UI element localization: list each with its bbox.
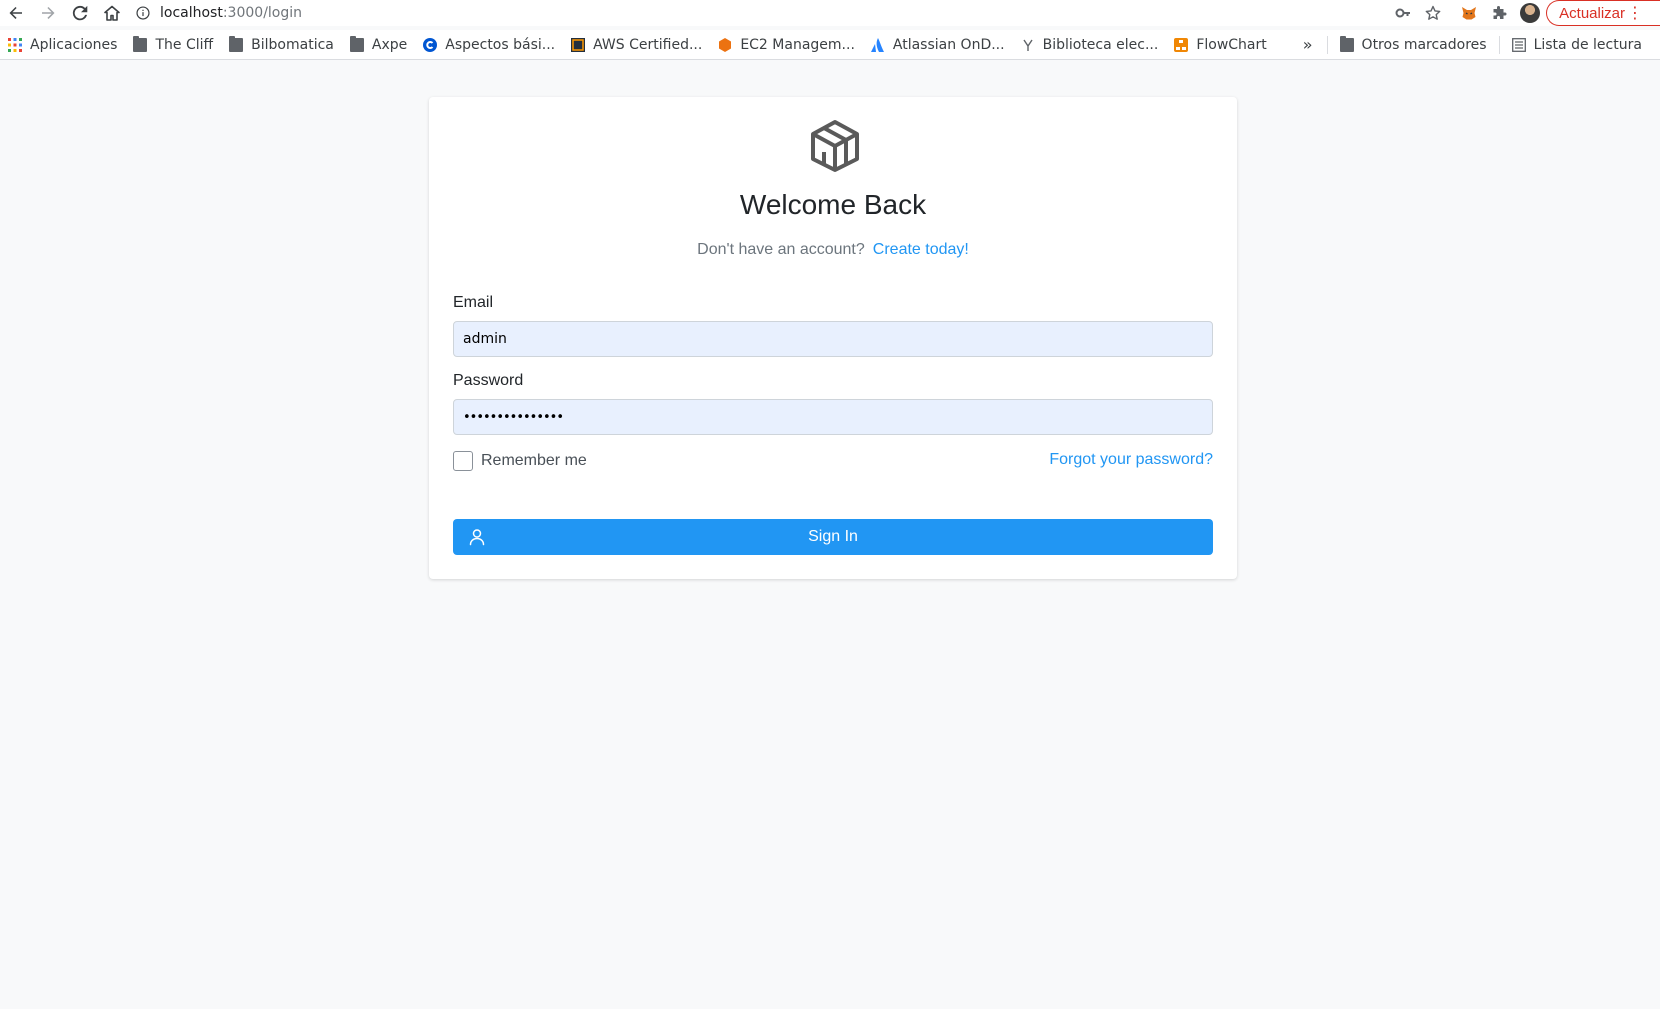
remember-me[interactable]: Remember me (453, 451, 587, 471)
bookmark-label: Lista de lectura (1533, 36, 1642, 53)
bookmark-label: Bilbomatica (251, 36, 334, 53)
profile-avatar[interactable] (1520, 3, 1541, 23)
bookmarks-divider (1498, 35, 1500, 54)
key-icon (1395, 8, 1411, 18)
puzzle-icon (1493, 6, 1507, 19)
sign-in-button[interactable]: Sign In (453, 519, 1213, 555)
sign-in-label: Sign In (808, 528, 858, 545)
browser-toolbar: localhost:3000/login Actualizar ⋮ (0, 0, 1660, 26)
info-icon[interactable] (136, 6, 150, 20)
address-bar[interactable]: localhost:3000/login (136, 0, 1366, 26)
bookmark-atlassian[interactable]: Atlassian OnD... (863, 30, 1013, 59)
bookmark-label: Biblioteca elec... (1042, 36, 1159, 53)
home-button[interactable] (96, 0, 128, 26)
bookmark-axpe[interactable]: Axpe (342, 30, 415, 59)
email-label: Email (453, 294, 494, 311)
bookmark-the-cliff[interactable]: The Cliff (125, 30, 221, 59)
bookmarks-divider (1326, 35, 1328, 54)
folder-icon (1339, 35, 1354, 52)
bookmark-biblioteca[interactable]: Biblioteca elec... (1013, 30, 1167, 59)
reload-icon (72, 5, 88, 21)
extensions-button[interactable] (1484, 0, 1514, 26)
back-button[interactable] (0, 0, 32, 26)
bookmark-label: EC2 Managem... (740, 36, 855, 53)
bookmark-label: The Cliff (155, 36, 214, 53)
coursera-icon (423, 37, 438, 52)
bookmarks-bar: Aplicaciones The Cliff Bilbomatica Axpe … (0, 30, 1660, 60)
arrow-right-icon (42, 7, 55, 19)
signup-prompt: Don't have an account? Create today! (429, 241, 1237, 259)
folder-icon (133, 35, 148, 52)
password-key-button[interactable] (1388, 0, 1418, 26)
bookmark-label: Otros marcadores (1361, 36, 1487, 53)
star-icon (1425, 5, 1441, 20)
bookmark-ec2[interactable]: EC2 Managem... (710, 30, 863, 59)
ec2-icon (719, 37, 732, 52)
bookmark-label: AWS Certified... (593, 36, 703, 53)
update-label: Actualizar (1559, 4, 1625, 22)
bookmark-star-button[interactable] (1418, 0, 1448, 26)
create-account-link[interactable]: Create today! (873, 241, 969, 258)
forgot-password-link[interactable]: Forgot your password? (1049, 451, 1213, 469)
metamask-extension-button[interactable] (1454, 0, 1484, 26)
email-field[interactable]: admin (453, 321, 1213, 357)
remember-checkbox[interactable] (453, 451, 473, 471)
folder-icon (349, 35, 364, 52)
login-card: Welcome Back Don't have an account? Creat… (429, 97, 1237, 579)
forward-button[interactable] (32, 0, 64, 26)
bookmarks-overflow-button[interactable]: » (1293, 35, 1323, 54)
bookmark-aws-certified[interactable]: AWS Certified... (563, 30, 710, 59)
kebab-menu-icon[interactable]: ⋮ (1625, 3, 1646, 23)
folder-icon (229, 35, 244, 52)
bookmark-label: Aplicaciones (30, 36, 118, 53)
apps-grid-icon (8, 37, 22, 52)
aws-icon (571, 37, 586, 52)
atlassian-icon (870, 37, 884, 52)
url-host: localhost (160, 5, 223, 21)
flowchart-icon (1174, 37, 1189, 52)
signup-prompt-text: Don't have an account? (697, 241, 865, 258)
bookmark-flowchart[interactable]: FlowChart (1166, 30, 1274, 59)
password-label: Password (453, 372, 524, 389)
bookmark-label: Atlassian OnD... (892, 36, 1005, 53)
url-path: :3000/login (222, 5, 303, 21)
bookmark-label: FlowChart (1196, 36, 1267, 53)
bookmark-label: Axpe (371, 36, 408, 53)
fox-icon (1462, 7, 1477, 20)
remember-label: Remember me (481, 452, 587, 469)
home-icon (104, 5, 120, 21)
password-field[interactable]: ••••••••••••••• (453, 399, 1213, 435)
user-icon (469, 529, 485, 546)
bookmark-aspectos[interactable]: Aspectos bási... (415, 30, 563, 59)
bookmark-reading-list[interactable]: Lista de lectura (1504, 30, 1650, 59)
bookmark-apps[interactable]: Aplicaciones (0, 30, 125, 59)
cube-logo-icon (811, 120, 859, 172)
page-title: Welcome Back (739, 189, 927, 220)
arrow-left-icon (9, 7, 22, 19)
bookmark-bilbomatica[interactable]: Bilbomatica (221, 30, 342, 59)
bookmark-other[interactable]: Otros marcadores (1332, 30, 1495, 59)
toolbar-actions: Actualizar ⋮ (1388, 0, 1660, 26)
reload-button[interactable] (64, 0, 96, 26)
update-button[interactable]: Actualizar ⋮ (1546, 0, 1660, 26)
library-icon (1023, 39, 1033, 51)
reading-list-icon (1511, 37, 1526, 52)
bookmark-label: Aspectos bási... (445, 36, 556, 53)
